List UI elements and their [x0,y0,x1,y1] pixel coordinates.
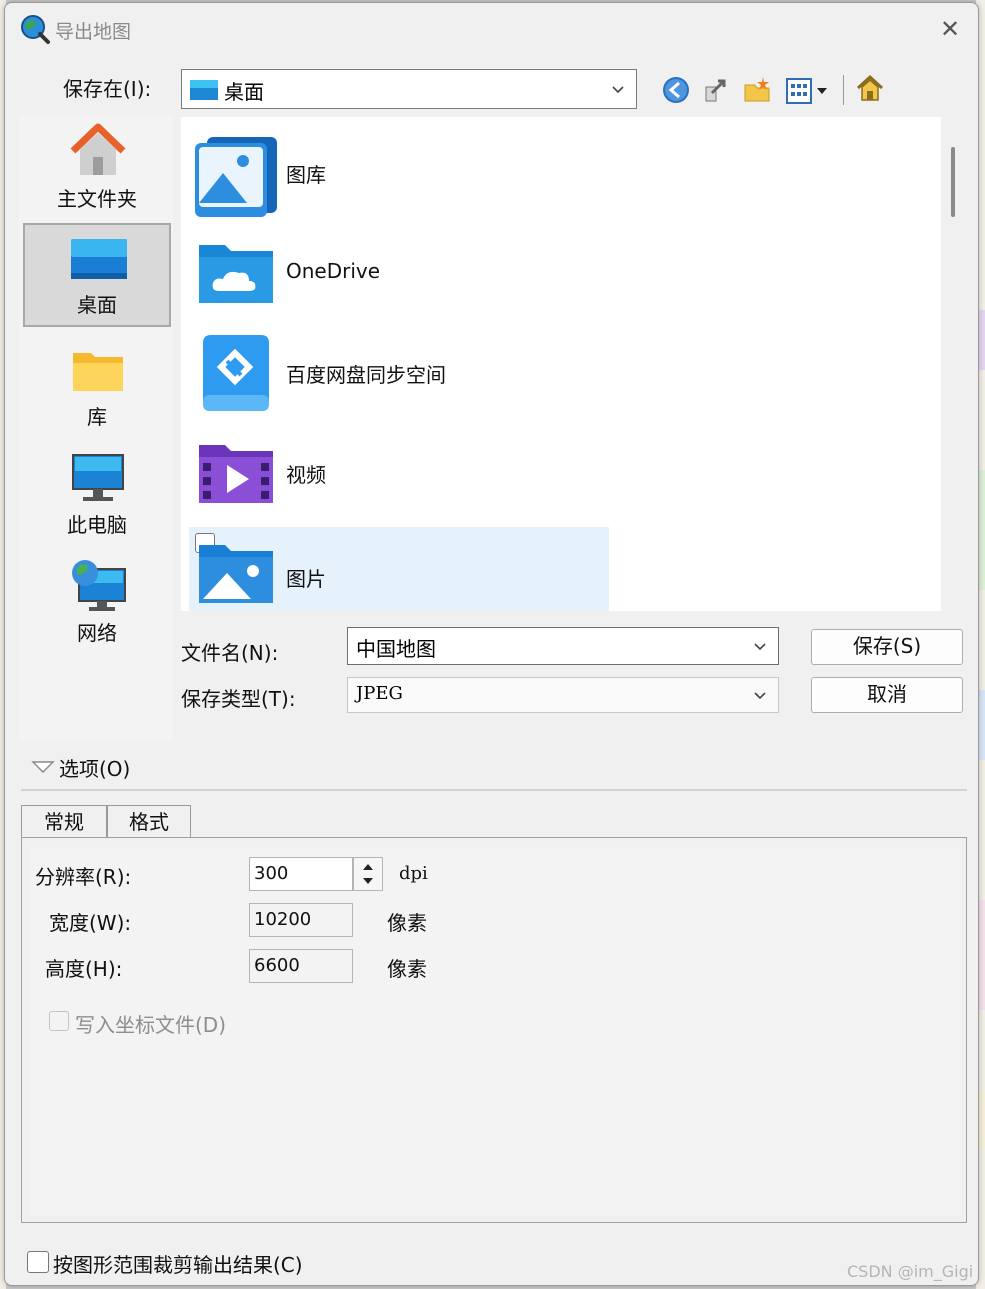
window-title: 导出地图 [55,21,132,43]
place-label: 主文件夹 [57,187,137,211]
file-name: 百度网盘同步空间 [286,363,446,387]
baidu-netdisk-icon [203,335,269,411]
spin-down-icon[interactable] [362,877,374,885]
place-label: 网络 [77,621,117,645]
home-folder-icon [70,123,126,175]
place-label: 此电脑 [67,513,127,537]
width-field: 10200 [249,903,353,937]
scrollbar-thumb[interactable] [951,147,955,217]
chevron-down-icon [754,643,766,651]
world-file-checkbox[interactable] [49,1011,69,1031]
width-label: 宽度(W): [49,911,132,935]
filetype-label: 保存类型(T): [181,687,296,711]
save-in-label: 保存在(I): [63,77,152,101]
tab-format[interactable]: 格式 [107,805,191,839]
library-folder-icon [73,353,123,391]
file-name: OneDrive [286,259,381,283]
spin-up-icon[interactable] [362,863,374,871]
collapse-triangle-icon[interactable] [31,759,55,775]
watermark: CSDN @im_Gigi [847,1262,974,1281]
map-patch-pink [978,900,985,1010]
map-patch-purple [978,310,985,370]
resolution-spinner[interactable] [353,857,383,891]
save-in-value: 桌面 [224,80,264,104]
up-folder-icon[interactable] [702,75,732,105]
options-divider [21,789,967,791]
clip-to-extent-checkbox[interactable] [27,1251,49,1273]
tab-general[interactable]: 常规 [21,805,107,839]
videos-folder-icon [199,445,273,503]
home-icon[interactable] [855,73,885,103]
file-name: 视频 [286,463,326,487]
width-unit: 像素 [387,911,427,935]
height-label: 高度(H): [45,957,123,981]
chevron-down-icon [612,86,624,94]
resolution-unit: dpi [399,863,428,884]
resolution-input[interactable]: 300 [249,857,353,891]
filename-label: 文件名(N): [181,641,279,665]
new-folder-icon[interactable] [743,75,773,105]
place-desktop[interactable]: 桌面 [23,223,171,327]
filetype-value: JPEG [356,683,403,704]
resolution-label: 分辨率(R): [35,865,132,889]
file-name: 图片 [286,567,326,591]
list-item-gallery[interactable]: 图库 [189,127,609,219]
height-field: 6600 [249,949,353,983]
place-label: 库 [87,405,107,429]
list-item-baidu-netdisk[interactable]: 百度网盘同步空间 [189,327,609,419]
list-item-videos[interactable]: 视频 [189,427,609,519]
place-home-folder[interactable]: 主文件夹 [23,115,171,219]
desktop-icon [71,239,127,279]
chevron-down-icon [754,692,766,700]
back-icon[interactable] [661,75,691,105]
file-name: 图库 [286,163,326,187]
network-icon [72,560,126,611]
list-item-onedrive[interactable]: OneDrive [189,227,609,319]
place-network[interactable]: 网络 [23,549,171,653]
onedrive-folder-icon [199,245,273,303]
close-icon[interactable]: ✕ [935,15,965,45]
world-file-label: 写入坐标文件(D) [75,1013,227,1037]
computer-icon [72,454,124,501]
options-toggle[interactable]: 选项(O) [59,753,130,782]
view-menu-icon[interactable] [785,77,833,105]
save-in-combobox[interactable]: 桌面 [181,69,637,109]
places-bar: 主文件夹 桌面 库 此电脑 网络 [19,115,173,741]
map-patch-blue [978,690,985,760]
place-library[interactable]: 库 [23,333,171,437]
filename-combobox[interactable]: 中国地图 [347,627,779,665]
cancel-button[interactable]: 取消 [811,677,963,713]
clip-to-extent-label: 按图形范围裁剪输出结果(C) [53,1253,303,1277]
desktop-small-icon [190,80,218,100]
filename-value: 中国地图 [356,637,436,661]
file-list[interactable]: 图库 OneDrive 百度网盘同步空间 视频 图片 [181,117,955,611]
list-item-pictures[interactable]: 图片 [189,527,609,611]
map-patch-yellow [978,1090,985,1150]
save-button[interactable]: 保存(S) [811,629,963,665]
filetype-select[interactable]: JPEG [347,677,779,713]
toolbar-separator [843,75,844,105]
map-patch-green [978,470,985,590]
place-label: 桌面 [77,293,117,317]
gallery-icon [195,137,277,217]
app-globe-search-icon [21,15,50,44]
height-unit: 像素 [387,957,427,981]
place-this-pc[interactable]: 此电脑 [23,441,171,545]
pictures-folder-icon [199,545,273,603]
export-map-dialog: 导出地图 ✕ 保存在(I): 桌面 主文件夹 桌面 库 此电脑 网络 图库 On… [4,2,979,1286]
